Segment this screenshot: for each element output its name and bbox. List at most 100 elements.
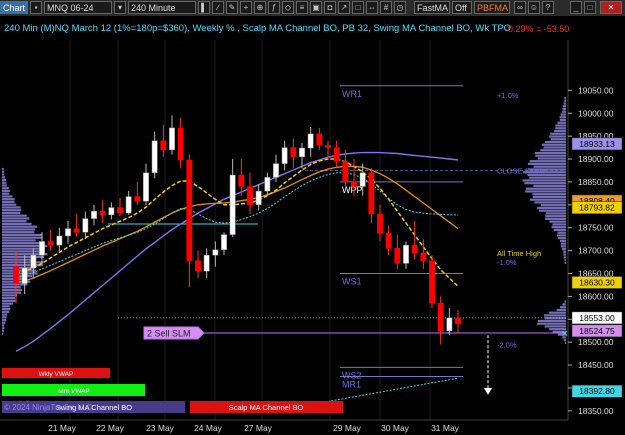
profile-left-bar — [2, 291, 22, 294]
instrument-selector[interactable]: MNQ 06-24 — [44, 1, 112, 14]
candle[interactable] — [134, 196, 141, 202]
candle[interactable] — [333, 147, 340, 162]
candle[interactable] — [91, 210, 97, 219]
line-icon[interactable]: ∕ — [212, 1, 224, 14]
chart-tab[interactable]: Chart — [0, 1, 28, 14]
candle[interactable] — [264, 177, 271, 192]
candle[interactable] — [273, 163, 279, 178]
profile-right-bar — [535, 154, 566, 157]
price-tick-label: 18850.00 — [578, 177, 614, 187]
candle[interactable] — [351, 181, 357, 187]
profile-left-bar — [2, 195, 13, 198]
profile-right-bar — [543, 146, 566, 149]
candle[interactable] — [420, 252, 427, 261]
settings-icon[interactable]: ▪ — [30, 1, 42, 14]
help-icon[interactable]: ? — [542, 1, 554, 14]
candle[interactable] — [368, 172, 375, 215]
candle[interactable] — [39, 241, 45, 256]
candle[interactable] — [160, 140, 167, 151]
candle[interactable] — [359, 172, 366, 187]
close-icon[interactable]: ✕ — [600, 1, 622, 14]
candle[interactable] — [221, 234, 227, 250]
candle[interactable] — [394, 248, 401, 264]
candle[interactable] — [177, 127, 184, 161]
grid-icon[interactable]: # — [380, 1, 392, 14]
candle[interactable] — [99, 210, 106, 216]
share-icon[interactable]: ↗ — [338, 1, 350, 14]
template-icon[interactable]: ▣ — [310, 1, 322, 14]
candle[interactable] — [403, 244, 409, 264]
candle[interactable] — [65, 228, 71, 237]
candle[interactable] — [299, 147, 305, 157]
candle[interactable] — [429, 260, 435, 304]
pencil-icon[interactable]: ✎ — [226, 1, 238, 14]
pivot-label: MR1 — [342, 380, 361, 390]
candle[interactable] — [316, 133, 323, 146]
account-icon[interactable]: ☺ — [528, 1, 540, 14]
candle[interactable] — [229, 174, 236, 235]
profile-left-bar — [2, 192, 10, 195]
interval-selector[interactable]: 240 Minute — [128, 1, 196, 14]
candle[interactable] — [247, 186, 253, 206]
time-icon[interactable]: ◷ — [394, 1, 406, 14]
candle[interactable] — [238, 174, 245, 187]
profile-right-bar — [537, 157, 566, 160]
candle[interactable] — [143, 172, 149, 202]
candle[interactable] — [342, 161, 349, 183]
properties-icon[interactable]: ≡ — [296, 1, 308, 14]
indicator-icon[interactable]: ƒ — [268, 1, 280, 14]
strategy-icon[interactable]: ◇ — [282, 1, 294, 14]
minimize-icon[interactable]: _ — [570, 1, 582, 14]
candle[interactable] — [125, 196, 132, 214]
profile-right-bar — [557, 121, 566, 124]
zoom-icon[interactable]: ⊕ — [254, 1, 266, 14]
toggle-off[interactable]: Off — [452, 1, 472, 14]
candle[interactable] — [186, 159, 193, 261]
candle[interactable] — [151, 140, 158, 174]
profile-left-bar — [2, 321, 6, 324]
bar-chart-icon[interactable]: ▌ — [198, 1, 210, 14]
price-tag-label: 18933.13 — [579, 139, 615, 149]
candle[interactable] — [307, 133, 314, 149]
time-tick-label: 27 May — [244, 423, 273, 433]
candle[interactable] — [290, 147, 297, 157]
pbfma-selector[interactable]: PBFMA — [474, 1, 510, 14]
candle[interactable] — [455, 317, 461, 325]
data-box-icon[interactable]: □ — [352, 1, 364, 14]
candle[interactable] — [195, 260, 201, 272]
profile-right-bar — [561, 245, 566, 248]
fastma-selector[interactable]: FastMA — [414, 1, 450, 14]
link-icon[interactable]: ∞ — [514, 1, 526, 14]
profile-right-bar — [534, 151, 566, 155]
candle[interactable] — [446, 317, 453, 331]
order-close-icon[interactable]: ✕ — [561, 329, 569, 339]
candle[interactable] — [73, 228, 80, 233]
monthly-vwap-label: Mnt VWAP — [58, 388, 90, 395]
chevron-down-icon[interactable]: ▾ — [114, 1, 126, 14]
candle[interactable] — [212, 249, 219, 256]
candle[interactable] — [281, 147, 288, 164]
profile-left-bar — [2, 239, 36, 242]
candle[interactable] — [21, 267, 28, 284]
candle[interactable] — [82, 218, 89, 233]
price-chart[interactable]: WR1WPPWS1WS2MR1 +1.0%CLOSE 1 MAYAll Time… — [0, 16, 625, 435]
maximize-icon[interactable]: □ — [584, 1, 596, 14]
candle[interactable] — [117, 207, 123, 214]
candle[interactable] — [377, 213, 383, 234]
candle[interactable] — [203, 254, 210, 272]
candle[interactable] — [108, 207, 115, 216]
candle[interactable] — [385, 232, 392, 249]
candle[interactable] — [13, 266, 19, 284]
candle[interactable] — [411, 244, 418, 254]
crosshair-icon[interactable]: + — [240, 1, 252, 14]
snapshot-icon[interactable]: ◘ — [324, 1, 336, 14]
candle[interactable] — [437, 303, 444, 331]
candle[interactable] — [255, 190, 262, 206]
candle[interactable] — [47, 241, 54, 246]
chart-header-title: 240 Min (M)NQ March 12 (1%=180p=$360), W… — [4, 23, 511, 34]
candle[interactable] — [56, 235, 63, 246]
scroll-icon[interactable]: ⇔ — [366, 1, 378, 14]
candle[interactable] — [169, 127, 175, 151]
candle[interactable] — [325, 145, 331, 148]
candle[interactable] — [30, 254, 37, 269]
